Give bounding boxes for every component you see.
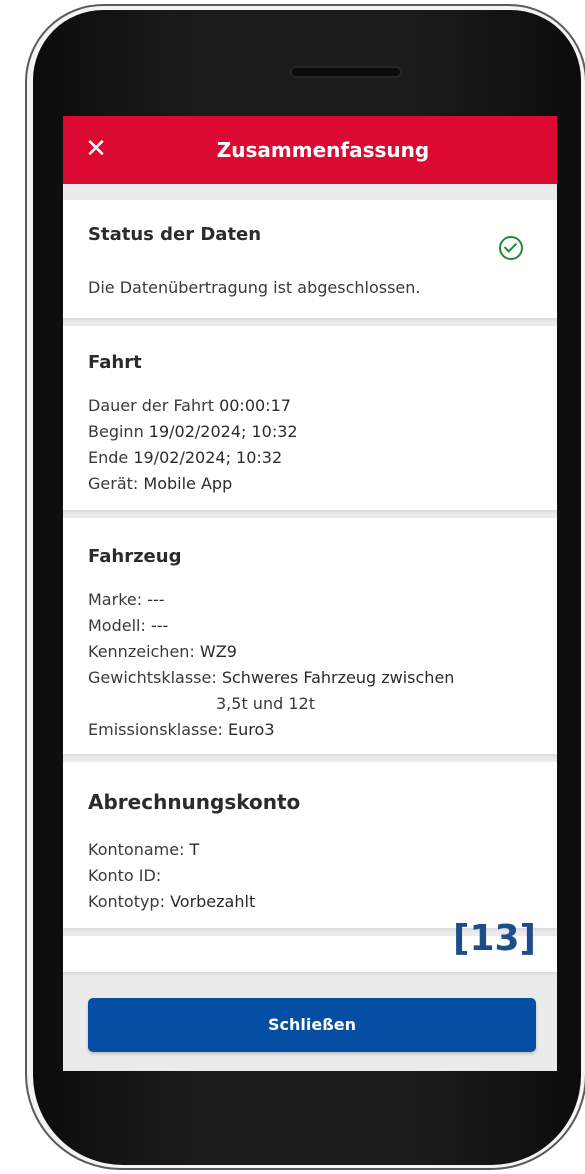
vehicle-model-value: ---	[150, 616, 169, 635]
vehicle-card: Fahrzeug Marke: --- Modell: --- Kennzeic…	[63, 518, 557, 754]
trip-device-label: Gerät:	[88, 474, 139, 493]
page-title: Zusammenfassung	[216, 138, 430, 162]
trip-duration: Dauer der Fahrt 00:00:17	[88, 396, 291, 415]
account-name-value: T	[189, 840, 200, 859]
account-name: Kontoname: T	[88, 840, 199, 859]
trip-duration-label: Dauer der Fahrt	[88, 396, 214, 415]
trip-duration-value: 00:00:17	[219, 396, 291, 415]
vehicle-weight-value-cont: 3,5t und 12t	[216, 694, 315, 713]
trip-start-label: Beginn	[88, 422, 144, 441]
trip-end-value: 19/02/2024; 10:32	[133, 448, 283, 467]
trip-end: Ende 19/02/2024; 10:32	[88, 448, 282, 467]
vehicle-plate-label: Kennzeichen:	[88, 642, 195, 661]
vehicle-emission-value: Euro3	[228, 720, 275, 739]
status-card-title: Status der Daten	[88, 224, 262, 245]
account-id: Konto ID:	[88, 866, 161, 885]
trip-start: Beginn 19/02/2024; 10:32	[88, 422, 298, 441]
close-button[interactable]: Schließen	[88, 998, 536, 1052]
close-icon[interactable]: ✕	[81, 132, 111, 166]
vehicle-model-label: Modell:	[88, 616, 146, 635]
phone-speaker	[290, 66, 402, 78]
account-id-label: Konto ID:	[88, 866, 162, 885]
vehicle-brand-value: ---	[147, 590, 165, 609]
trip-end-label: Ende	[88, 448, 129, 467]
account-card: Abrechnungskonto Kontoname: T Konto ID: …	[63, 762, 557, 928]
vehicle-emission-label: Emissionsklasse:	[88, 720, 223, 739]
vehicle-brand-label: Marke:	[88, 590, 143, 609]
account-name-label: Kontoname:	[88, 840, 185, 859]
vehicle-model: Modell: ---	[88, 616, 168, 635]
trip-start-value: 19/02/2024; 10:32	[148, 422, 298, 441]
vehicle-weight-label: Gewichtsklasse:	[88, 668, 217, 687]
vehicle-weight-value: Schweres Fahrzeug zwischen	[221, 668, 455, 687]
trip-card: Fahrt Dauer der Fahrt 00:00:17 Beginn 19…	[63, 326, 557, 510]
vehicle-plate-value: WZ9	[199, 642, 237, 661]
account-type-label: Kontotyp:	[88, 892, 165, 911]
check-circle-icon	[499, 236, 523, 260]
vehicle-card-title: Fahrzeug	[88, 546, 182, 567]
account-type-value: Vorbezahlt	[170, 892, 256, 911]
vehicle-brand: Marke: ---	[88, 590, 165, 609]
vehicle-weight: Gewichtsklasse: Schweres Fahrzeug zwisch…	[88, 668, 454, 687]
vehicle-emission: Emissionsklasse: Euro3	[88, 720, 275, 739]
status-card: Status der Daten Die Datenübertragung is…	[63, 200, 557, 318]
account-type: Kontotyp: Vorbezahlt	[88, 892, 255, 911]
trip-device-value: Mobile App	[143, 474, 233, 493]
app-bar: Zusammenfassung ✕	[63, 116, 557, 184]
status-message: Die Datenübertragung ist abgeschlossen.	[88, 278, 421, 297]
trip-device: Gerät: Mobile App	[88, 474, 232, 493]
annotation-label: [13]	[453, 918, 537, 959]
vehicle-plate: Kennzeichen: WZ9	[88, 642, 237, 661]
account-card-title: Abrechnungskonto	[88, 790, 301, 814]
trip-card-title: Fahrt	[88, 352, 142, 373]
